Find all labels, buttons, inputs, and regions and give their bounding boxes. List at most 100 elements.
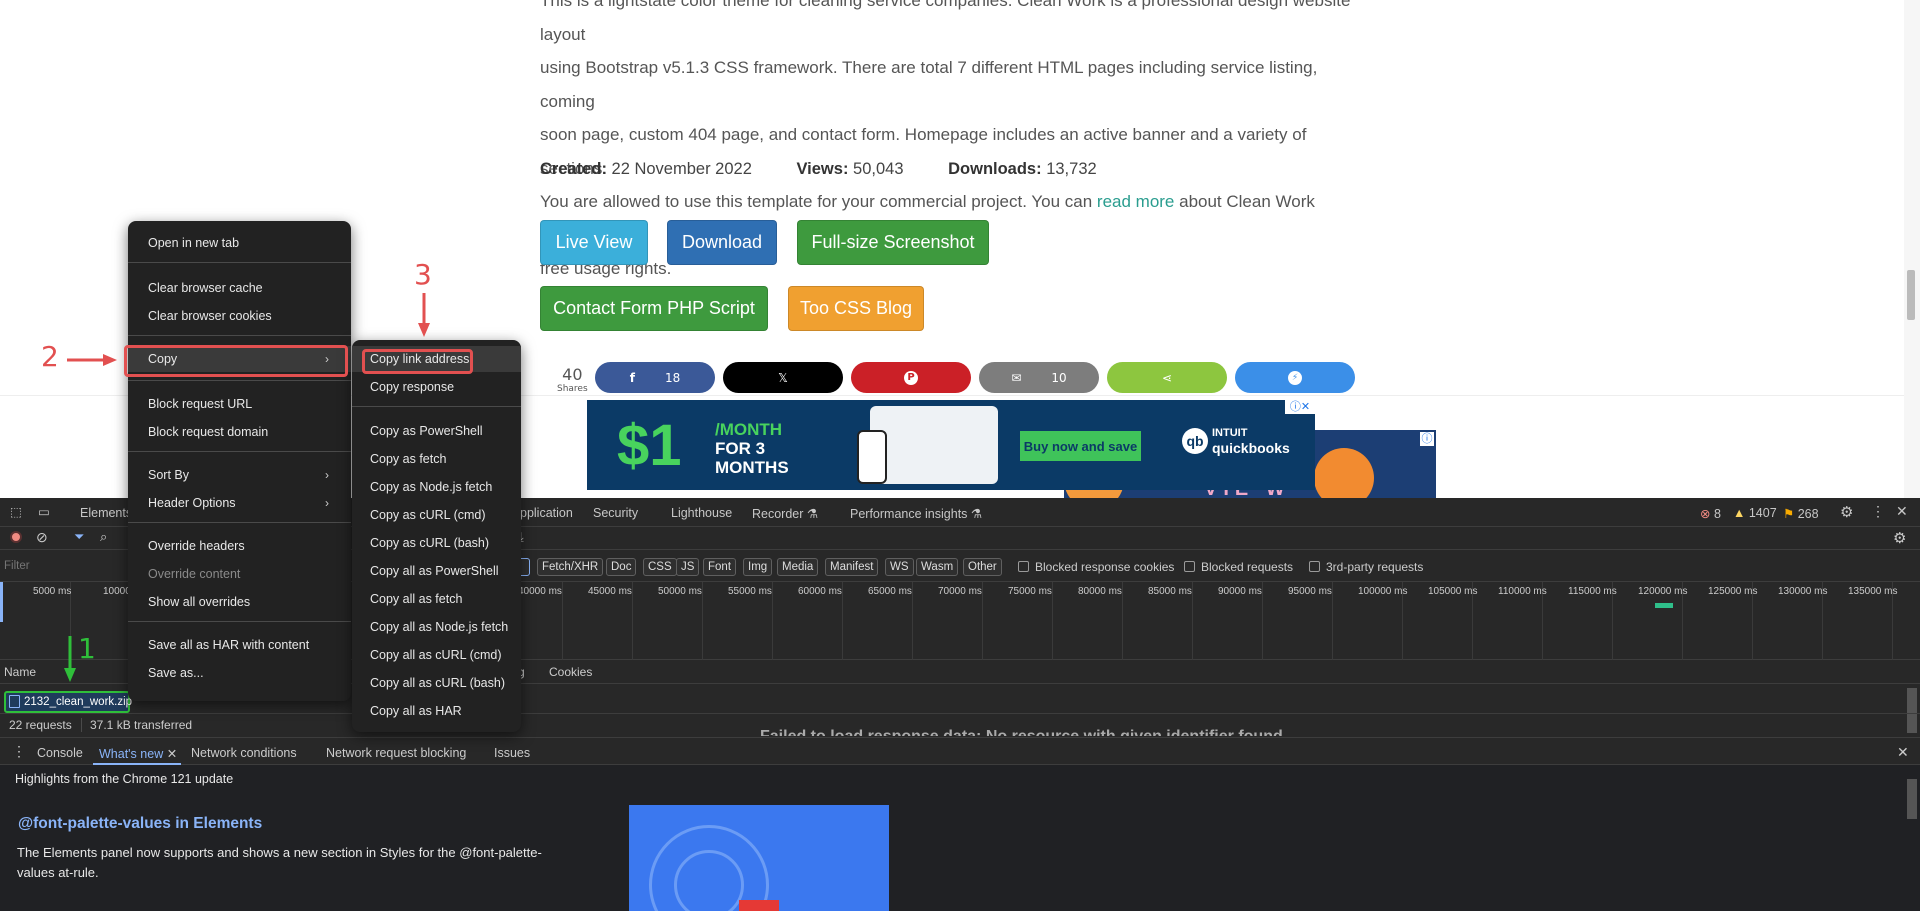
x-share-button[interactable]: 𝕏 [723, 362, 843, 393]
submenu-item-copy-all-curl-bash[interactable]: Copy all as cURL (bash) [352, 670, 521, 696]
filter-type-css[interactable]: CSS [643, 558, 677, 576]
tab-elements[interactable]: Elements [80, 506, 132, 520]
tab-performance-insights[interactable]: Performance insights ⚗ [850, 506, 982, 521]
issue-icon: ⚑ [1783, 507, 1795, 521]
filter-type-img[interactable]: Img [743, 558, 773, 576]
settings-gear-icon[interactable]: ⚙ [1840, 503, 1853, 521]
checkbox-box[interactable] [1018, 561, 1029, 572]
issues-count[interactable]: ⚑ 268 [1783, 506, 1819, 521]
checkbox-box[interactable] [1184, 561, 1195, 572]
blog-button[interactable]: Too CSS Blog [788, 286, 924, 331]
submenu-item-copy-curl-cmd[interactable]: Copy as cURL (cmd) [352, 502, 521, 528]
live-view-button[interactable]: Live View [540, 220, 648, 265]
menu-item-sort-by[interactable]: Sort By › [128, 462, 351, 488]
paragraph-line: This is a lightstate color theme for cle… [540, 0, 1351, 44]
filter-type-wasm[interactable]: Wasm [916, 558, 959, 576]
filter-type-doc[interactable]: Doc [606, 558, 637, 576]
drawer-tab-console[interactable]: Console [37, 746, 83, 760]
device-toolbar-icon[interactable]: ▭ [38, 504, 50, 519]
ad-close-icon[interactable]: ⓘ✕ [1285, 400, 1315, 414]
close-tab-icon[interactable]: ✕ [167, 747, 177, 761]
messenger-share-button[interactable]: ⚡ [1235, 362, 1355, 393]
submenu-item-copy-powershell[interactable]: Copy as PowerShell [352, 418, 521, 444]
drawer-menu-icon[interactable]: ⋮ [12, 743, 26, 760]
timeline-tick-label: 130000 ms [1778, 586, 1828, 597]
blocked-requests-checkbox[interactable]: Blocked requests [1184, 560, 1293, 574]
filter-type-manifest[interactable]: Manifest [825, 558, 879, 576]
menu-item-header-options[interactable]: Header Options › [128, 490, 351, 516]
submenu-item-copy-all-har[interactable]: Copy all as HAR [352, 698, 521, 724]
filter-input[interactable] [4, 557, 124, 575]
page-scrollbar[interactable] [1904, 0, 1920, 498]
filter-type-font[interactable]: Font [703, 558, 737, 576]
more-options-icon[interactable]: ⋮ [1871, 503, 1885, 520]
menu-item-override-headers[interactable]: Override headers [128, 533, 351, 559]
drawer-tab-network-blocking[interactable]: Network request blocking [326, 746, 466, 760]
timeline-gridline [632, 582, 633, 660]
ad-cta-button[interactable]: Buy now and save [1020, 431, 1141, 461]
third-party-requests-checkbox[interactable]: 3rd-party requests [1309, 560, 1423, 574]
email-share-button[interactable]: ✉ 10 [979, 362, 1099, 393]
filter-icon[interactable]: ⏷ [74, 529, 84, 545]
submenu-item-copy-fetch[interactable]: Copy as fetch [352, 446, 521, 472]
screenshot-button[interactable]: Full-size Screenshot [797, 220, 989, 265]
close-devtools-icon[interactable]: ✕ [1896, 503, 1908, 520]
submenu-item-copy-all-fetch[interactable]: Copy all as fetch [352, 586, 521, 612]
menu-item-clear-cookies[interactable]: Clear browser cookies [128, 303, 351, 329]
pinterest-share-button[interactable]: P [851, 362, 971, 393]
quickbooks-ad[interactable]: $1 /MONTH FOR 3 MONTHS Buy now and save … [587, 400, 1315, 490]
tab-lighthouse[interactable]: Lighthouse [671, 506, 732, 520]
filter-type-ws[interactable]: WS [885, 558, 914, 576]
menu-item-block-url[interactable]: Block request URL [128, 391, 351, 417]
tab-security[interactable]: Security [593, 506, 638, 520]
detail-tab-cookies[interactable]: Cookies [549, 665, 592, 679]
submenu-item-copy-all-powershell[interactable]: Copy all as PowerShell [352, 558, 521, 584]
feature-title-link[interactable]: @font-palette-values in Elements [18, 815, 262, 833]
inspect-icon[interactable]: ⬚ [10, 504, 22, 519]
document-icon [9, 695, 20, 708]
submenu-item-copy-response[interactable]: Copy response [352, 374, 521, 400]
issues-count-value: 268 [1797, 507, 1819, 521]
drawer-tab-whats-new[interactable]: What's new ✕ [99, 746, 177, 761]
menu-item-save-as[interactable]: Save as... [128, 660, 351, 686]
warning-count[interactable]: ▲ 1407 [1733, 506, 1777, 520]
checkbox-box[interactable] [1309, 561, 1320, 572]
tab-recorder[interactable]: Recorder ⚗ [752, 506, 818, 521]
download-button[interactable]: Download [667, 220, 777, 265]
ad-info-icon[interactable]: ⓘ [1420, 432, 1434, 446]
feature-image [629, 805, 889, 911]
page-scroll-thumb[interactable] [1907, 270, 1915, 320]
filter-type-fetch-xhr[interactable]: Fetch/XHR [537, 558, 604, 576]
facebook-share-button[interactable]: f 18 [595, 362, 715, 393]
record-icon[interactable] [10, 531, 22, 543]
close-drawer-icon[interactable]: ✕ [1897, 744, 1909, 761]
filter-type-js[interactable]: JS [676, 558, 700, 576]
submenu-item-copy-all-node-fetch[interactable]: Copy all as Node.js fetch [352, 614, 521, 640]
contact-form-button[interactable]: Contact Form PHP Script [540, 286, 768, 331]
filter-type-media[interactable]: Media [777, 558, 819, 576]
flask-icon: ⚗ [970, 507, 983, 521]
menu-item-open-new-tab[interactable]: Open in new tab [128, 230, 351, 256]
blocked-response-cookies-checkbox[interactable]: Blocked response cookies [1018, 560, 1174, 574]
menu-item-show-overrides[interactable]: Show all overrides [128, 589, 351, 615]
filter-type-other[interactable]: Other [963, 558, 1002, 576]
timeline-handle[interactable] [0, 582, 3, 622]
submenu-item-copy-node-fetch[interactable]: Copy as Node.js fetch [352, 474, 521, 500]
tab-application[interactable]: pplication [520, 506, 573, 520]
drawer-tab-issues[interactable]: Issues [494, 746, 530, 760]
submenu-item-copy-all-curl-cmd[interactable]: Copy all as cURL (cmd) [352, 642, 521, 668]
menu-item-block-domain[interactable]: Block request domain [128, 419, 351, 445]
sharethis-share-button[interactable]: ⋖ [1107, 362, 1227, 393]
read-more-link[interactable]: read more [1097, 192, 1174, 211]
error-count[interactable]: ⊗ 8 [1700, 506, 1721, 521]
request-row-selected[interactable]: 2132_clean_work.zip [4, 691, 132, 713]
clear-icon[interactable]: ⊘ [36, 529, 48, 546]
name-column-header[interactable]: Name [4, 665, 36, 679]
search-icon[interactable]: ⌕ [100, 529, 107, 545]
menu-item-clear-cache[interactable]: Clear browser cache [128, 275, 351, 301]
whats-new-scrollbar[interactable] [1907, 779, 1917, 819]
network-settings-icon[interactable]: ⚙ [1893, 529, 1906, 547]
menu-item-save-har[interactable]: Save all as HAR with content [128, 632, 351, 658]
submenu-item-copy-curl-bash[interactable]: Copy as cURL (bash) [352, 530, 521, 556]
drawer-tab-network-conditions[interactable]: Network conditions [191, 746, 297, 760]
